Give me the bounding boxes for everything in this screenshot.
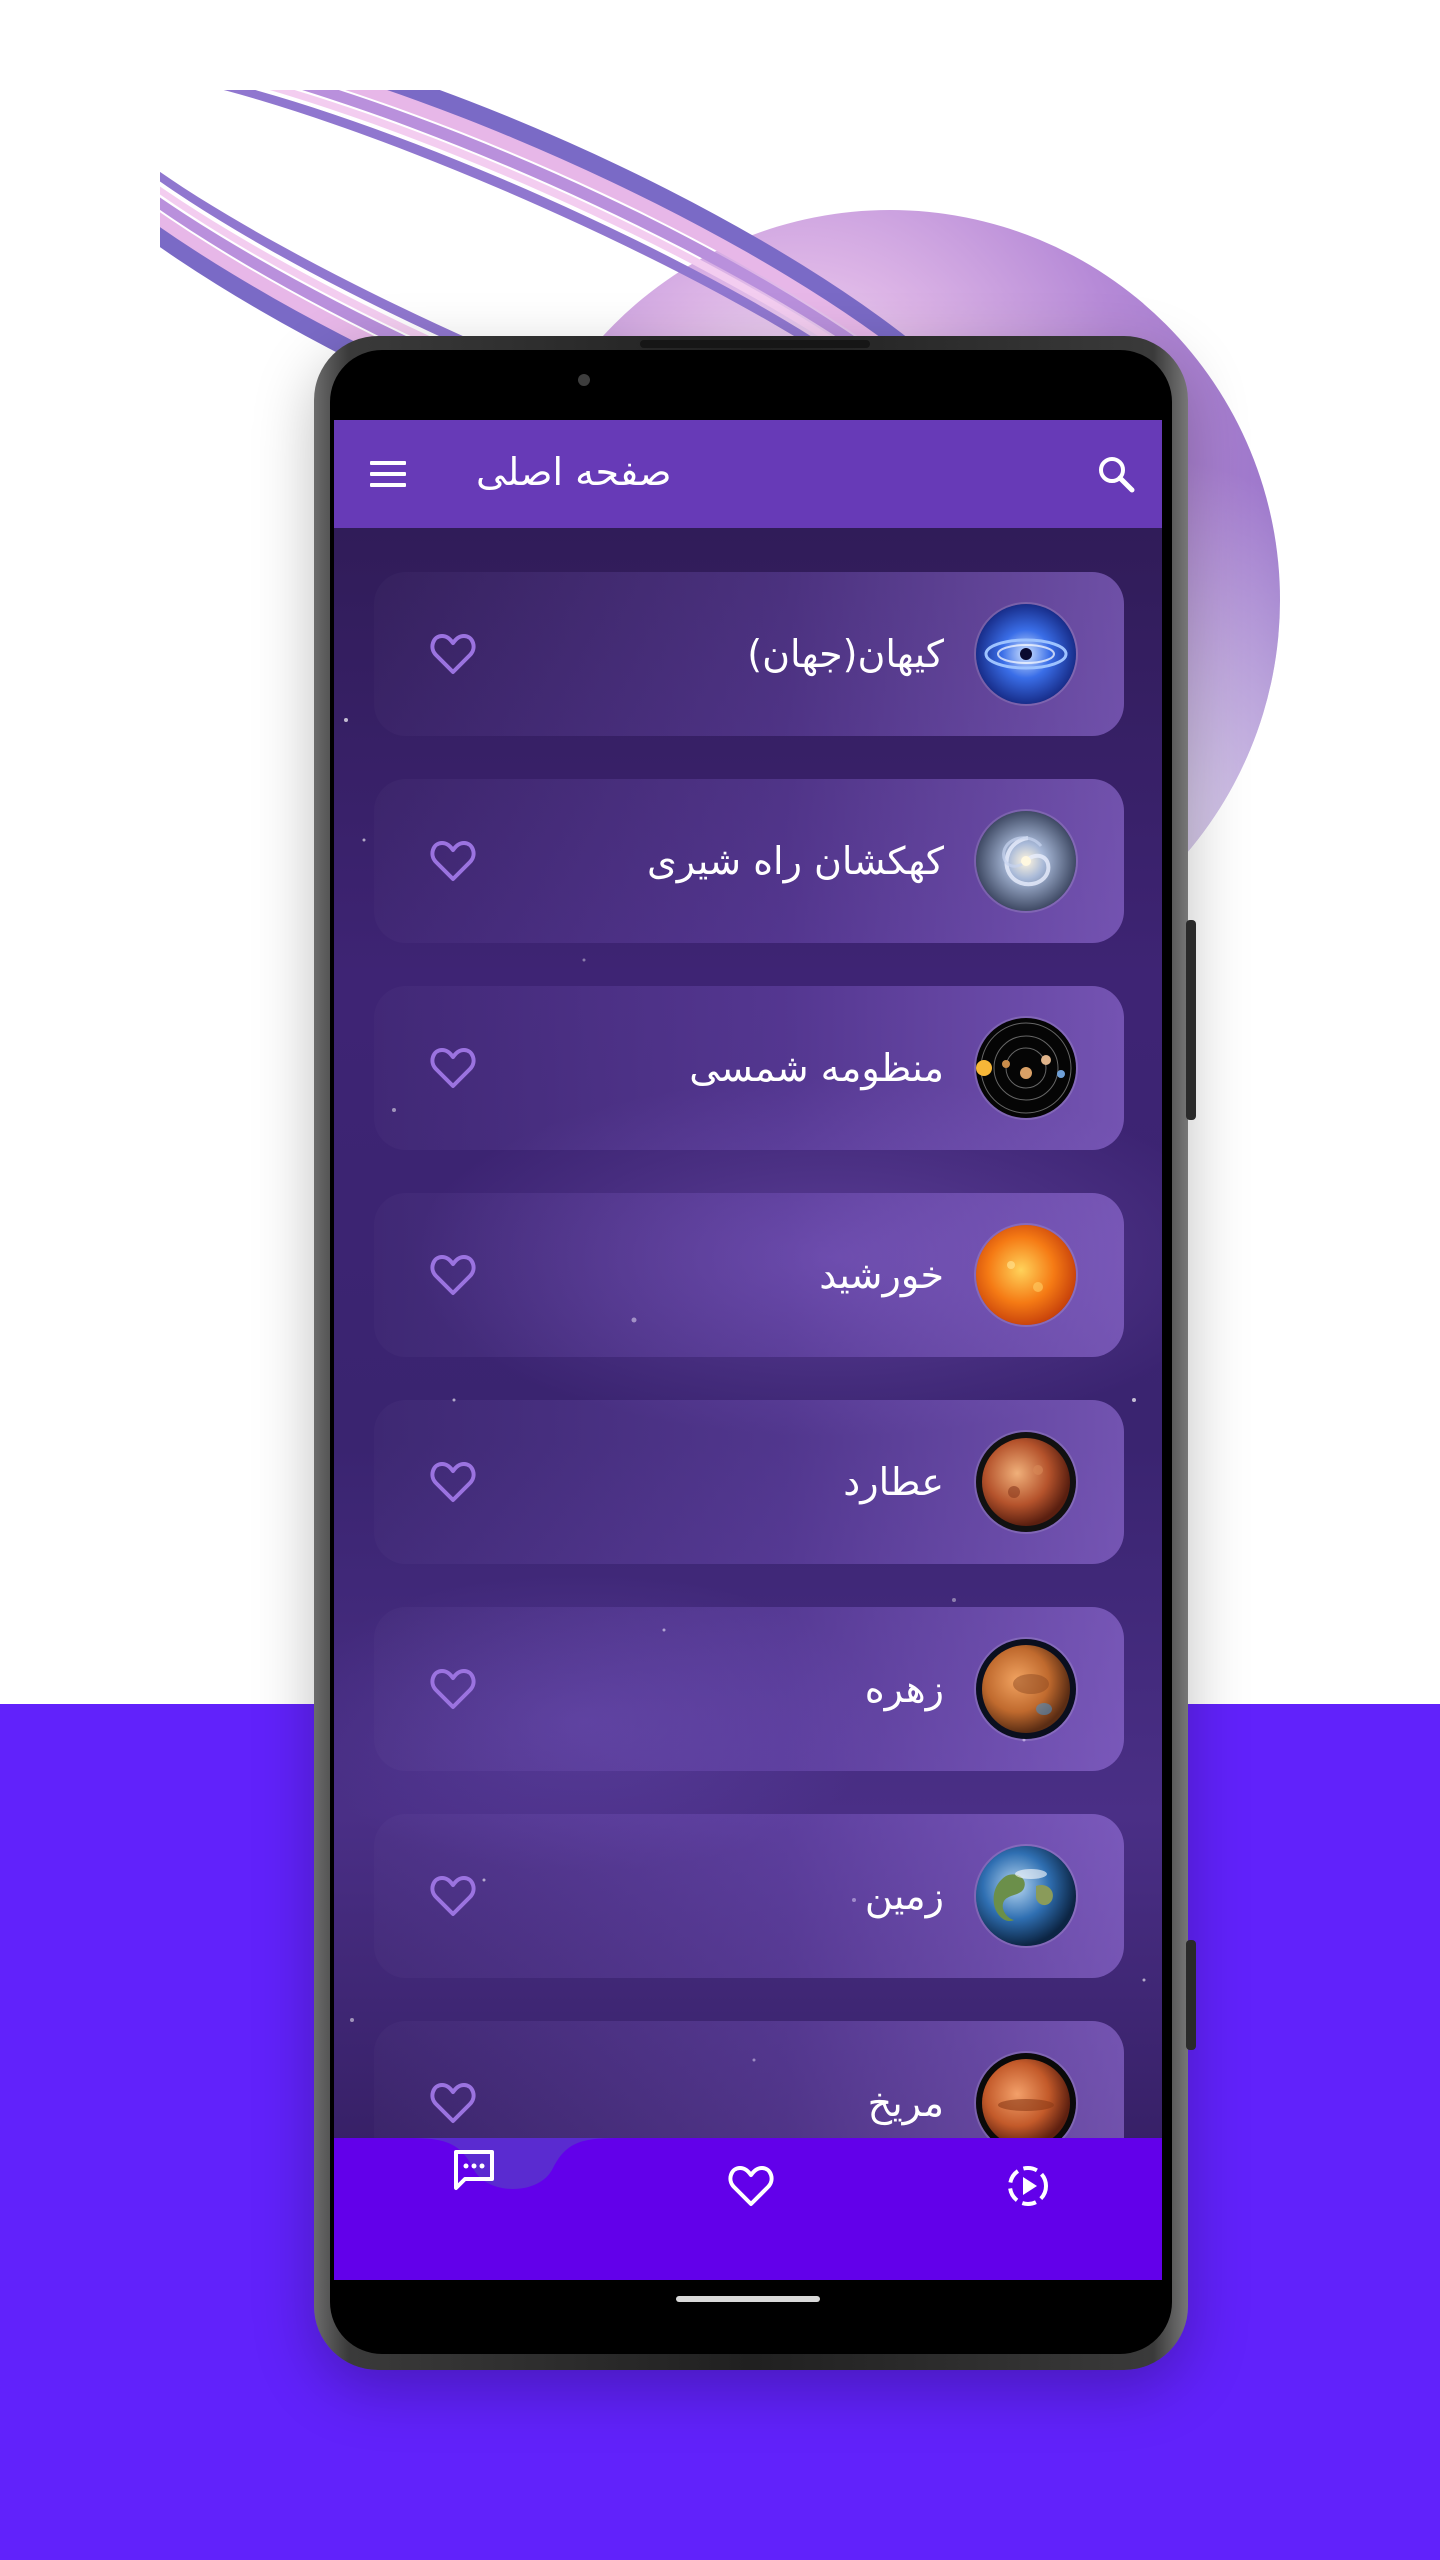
heart-outline-icon bbox=[430, 1048, 476, 1088]
menu-button[interactable] bbox=[364, 450, 412, 498]
favorite-button[interactable] bbox=[428, 837, 478, 885]
list-item-mercury[interactable]: عطارد bbox=[374, 1400, 1124, 1564]
item-label: کهکشان راه شیری bbox=[647, 839, 944, 883]
item-label: زمین bbox=[864, 1874, 944, 1918]
page-title: صفحه اصلی bbox=[476, 450, 672, 494]
list-item-milky-way[interactable]: کهکشان راه شیری bbox=[374, 779, 1124, 943]
item-label: عطارد bbox=[843, 1460, 944, 1504]
favorite-button[interactable] bbox=[428, 1872, 478, 1920]
item-label: زهره bbox=[864, 1667, 944, 1711]
nav-favorites[interactable] bbox=[721, 2156, 781, 2216]
solar-system-icon bbox=[976, 1018, 1076, 1118]
heart-outline-icon bbox=[430, 1876, 476, 1916]
phone-speaker bbox=[640, 340, 870, 348]
sun-icon bbox=[976, 1225, 1076, 1325]
favorite-button[interactable] bbox=[428, 1665, 478, 1713]
list-item-solar-system[interactable]: منظومه شمسی bbox=[374, 986, 1124, 1150]
favorite-button[interactable] bbox=[428, 1251, 478, 1299]
chat-icon bbox=[454, 2150, 494, 2190]
bottom-navigation bbox=[334, 2138, 1162, 2280]
hamburger-menu-icon bbox=[370, 461, 406, 487]
list-item-earth[interactable]: زمین bbox=[374, 1814, 1124, 1978]
search-icon bbox=[1099, 457, 1135, 493]
nav-media[interactable] bbox=[998, 2156, 1058, 2216]
milky-way-icon bbox=[976, 811, 1076, 911]
heart-outline-icon bbox=[430, 634, 476, 674]
item-label: مریخ bbox=[867, 2081, 944, 2125]
phone-side-button bbox=[1186, 1940, 1196, 2050]
item-label: کیهان(جهان) bbox=[747, 632, 944, 676]
list-item-venus[interactable]: زهره bbox=[374, 1607, 1124, 1771]
list-item-sun[interactable]: خورشید bbox=[374, 1193, 1124, 1357]
home-indicator bbox=[676, 2296, 820, 2302]
app-screen: صفحه اصلی کیهان(جهان) کهکشان راه شیری من… bbox=[334, 420, 1162, 2280]
heart-outline-icon bbox=[430, 1462, 476, 1502]
mercury-icon bbox=[976, 1432, 1076, 1532]
heart-outline-icon bbox=[430, 1255, 476, 1295]
nav-chat[interactable] bbox=[444, 2140, 504, 2200]
search-button[interactable] bbox=[1090, 448, 1142, 500]
top-app-bar: صفحه اصلی bbox=[334, 420, 1162, 528]
phone-side-button bbox=[1186, 920, 1196, 1120]
nav-selection-bump bbox=[398, 2138, 628, 2189]
item-label: منظومه شمسی bbox=[689, 1046, 944, 1090]
topics-list: کیهان(جهان) کهکشان راه شیری منظومه شمسی … bbox=[374, 572, 1124, 2228]
heart-icon bbox=[728, 2166, 774, 2206]
earth-icon bbox=[976, 1846, 1076, 1946]
venus-icon bbox=[976, 1639, 1076, 1739]
universe-icon bbox=[976, 604, 1076, 704]
heart-outline-icon bbox=[430, 1669, 476, 1709]
heart-outline-icon bbox=[430, 841, 476, 881]
phone-camera bbox=[578, 374, 590, 386]
item-label: خورشید bbox=[819, 1253, 944, 1297]
favorite-button[interactable] bbox=[428, 630, 478, 678]
favorite-button[interactable] bbox=[428, 1458, 478, 1506]
favorite-button[interactable] bbox=[428, 1044, 478, 1092]
play-circle-icon bbox=[1008, 2166, 1048, 2206]
list-item-universe[interactable]: کیهان(جهان) bbox=[374, 572, 1124, 736]
